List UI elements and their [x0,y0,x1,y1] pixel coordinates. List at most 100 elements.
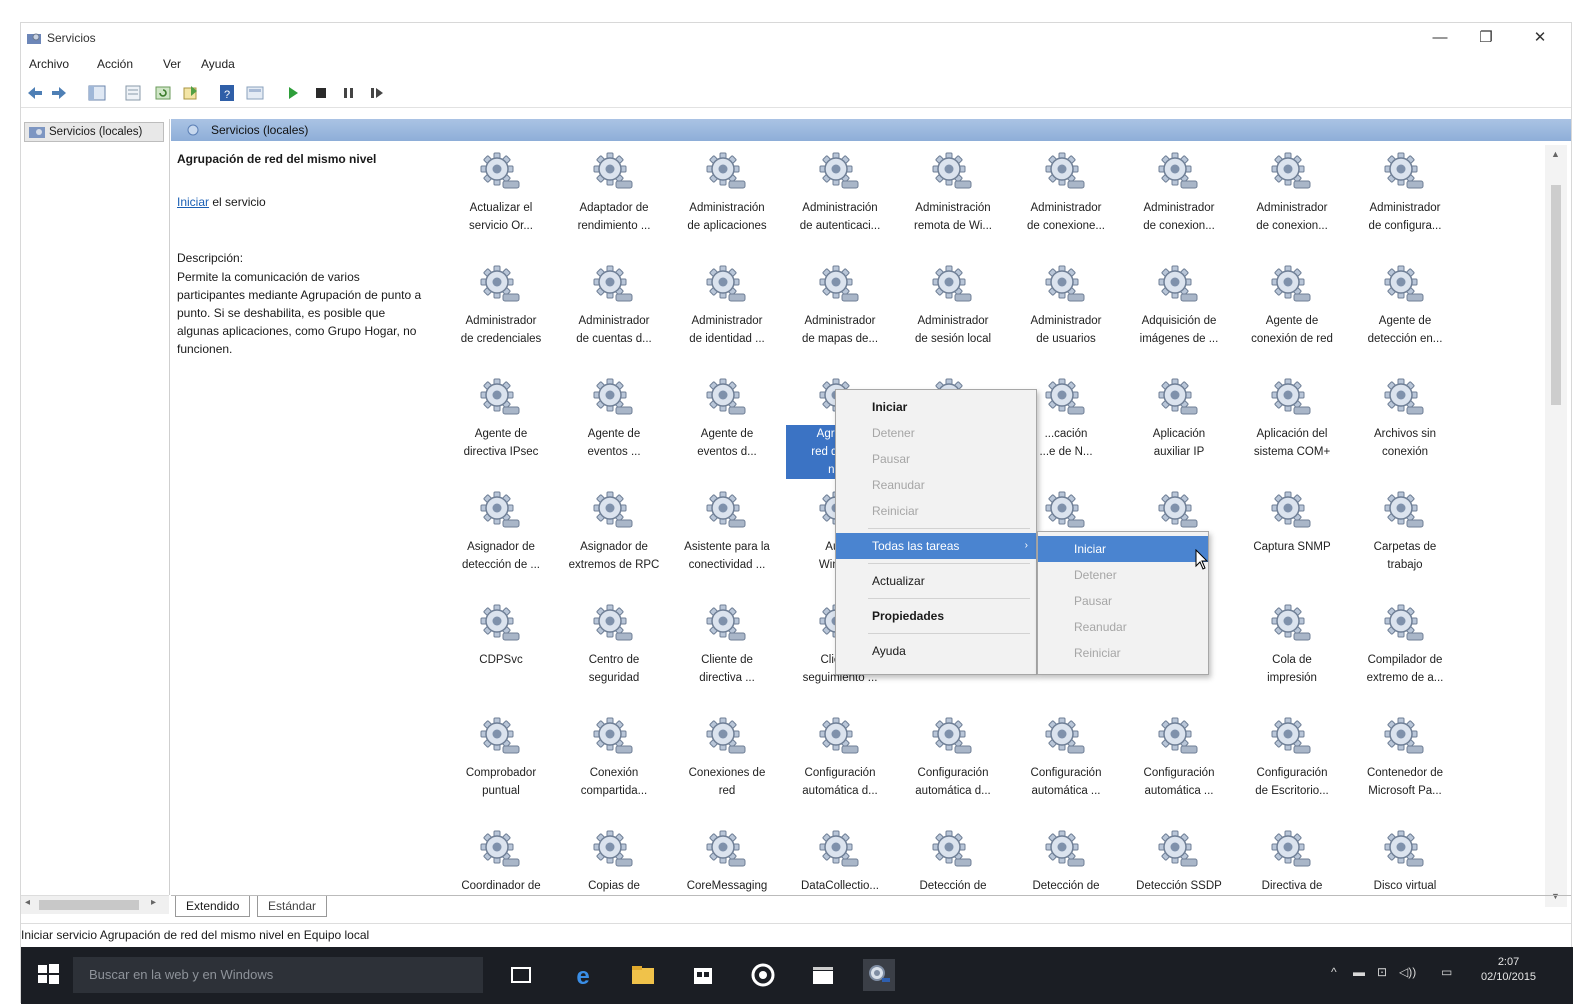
sub-reiniciar[interactable]: Reiniciar [1038,640,1208,666]
service-item[interactable]: Actualizar el servicio Or... [447,151,555,259]
tree-horizontal-scrollbar[interactable]: ◂ ▸ [21,895,169,914]
ctx-reiniciar[interactable]: Reiniciar [836,498,1036,524]
service-item[interactable]: Administrador de sesión local [899,264,1007,372]
service-item[interactable]: Agente de directiva IPsec [447,377,555,485]
service-item[interactable]: Aplicación del sistema COM+ [1238,377,1346,485]
service-item[interactable]: Cliente de directiva ... [673,603,781,711]
service-item[interactable]: Captura SNMP [1238,490,1346,598]
tab-extendido[interactable]: Extendido [175,896,251,917]
taskbar-clock[interactable]: 2:07 02/10/2015 [1481,955,1536,985]
service-item[interactable]: Asignador de extremos de RPC [560,490,668,598]
maximize-button[interactable]: ❐ [1463,25,1509,51]
service-item[interactable]: Conexiones de red [673,716,781,824]
file-explorer-icon[interactable] [627,959,659,991]
service-item[interactable]: Asignador de detección de ... [447,490,555,598]
service-item[interactable]: CDPSvc [447,603,555,711]
back-icon[interactable] [25,83,45,103]
service-item[interactable]: Asistente para la conectividad ... [673,490,781,598]
service-item[interactable]: Administrador de usuarios [1012,264,1120,372]
restart-service-icon[interactable] [367,83,387,103]
service-item[interactable]: Agente de conexión de red [1238,264,1346,372]
service-item[interactable]: Contenedor de Microsoft Pa... [1351,716,1459,824]
service-item[interactable]: Administración de autenticaci... [786,151,894,259]
ctx-propiedades[interactable]: Propiedades [836,603,1036,629]
export-icon[interactable] [181,83,201,103]
service-item[interactable]: Administrador de cuentas d... [560,264,668,372]
tab-estandar[interactable]: Estándar [257,896,328,917]
menu-ver[interactable]: Ver [163,57,181,71]
menu-archivo[interactable]: Archivo [29,57,69,71]
scroll-up-icon[interactable]: ▲ [1551,149,1560,159]
pause-service-icon[interactable] [339,83,359,103]
service-item[interactable]: Comprobador puntual [447,716,555,824]
service-item[interactable]: Carpetas de trabajo [1351,490,1459,598]
service-item[interactable]: Administrador de mapas de... [786,264,894,372]
grid-vertical-scrollbar[interactable]: ▲ ▼ [1545,145,1567,907]
stop-service-icon[interactable] [311,83,331,103]
ctx-iniciar[interactable]: Iniciar [836,394,1036,420]
service-item[interactable]: Configuración de Escritorio... [1238,716,1346,824]
service-item[interactable]: Adaptador de rendimiento ... [560,151,668,259]
service-item[interactable]: Administrador de conexion... [1125,151,1233,259]
minimize-button[interactable]: — [1417,25,1463,51]
sub-reanudar[interactable]: Reanudar [1038,614,1208,640]
refresh-icon[interactable] [153,83,173,103]
scroll-left-icon[interactable]: ◂ [25,897,30,908]
service-item[interactable]: Administración remota de Wi... [899,151,1007,259]
console-tree-icon[interactable] [87,83,107,103]
media-icon[interactable] [747,959,779,991]
service-item[interactable]: Centro de seguridad [560,603,668,711]
task-view-icon[interactable] [505,959,537,991]
scroll-right-icon[interactable]: ▸ [151,897,156,908]
service-item[interactable]: Administrador de identidad ... [673,264,781,372]
menu-accion[interactable]: Acción [97,57,133,71]
windows-start-icon[interactable] [35,961,61,987]
properties-view-icon[interactable] [123,83,143,103]
help-icon[interactable]: ? [217,83,237,103]
tray-notification-icon[interactable]: ▭ [1441,965,1452,979]
close-button[interactable]: ✕ [1517,25,1563,51]
tray-monitor-icon[interactable]: ⊡ [1377,965,1387,979]
tray-expand-icon[interactable]: ^ [1331,965,1337,979]
service-item[interactable]: Cola de impresión [1238,603,1346,711]
start-service-icon[interactable] [283,83,303,103]
service-item[interactable]: Administrador de configura... [1351,151,1459,259]
service-item[interactable]: Adquisición de imágenes de ... [1125,264,1233,372]
menu-ayuda[interactable]: Ayuda [201,57,235,71]
sub-iniciar[interactable]: Iniciar [1038,536,1208,562]
service-item[interactable]: Aplicación auxiliar IP [1125,377,1233,485]
tray-volume-icon[interactable]: ◁)) [1399,965,1416,979]
service-item[interactable]: Compilador de extremo de a... [1351,603,1459,711]
service-item[interactable]: Configuración automática ... [1012,716,1120,824]
services-app-icon[interactable] [863,959,895,991]
ctx-detener[interactable]: Detener [836,420,1036,446]
service-item[interactable]: Configuración automática d... [899,716,1007,824]
view-icon[interactable] [245,83,265,103]
start-service-link[interactable]: Iniciar [177,195,209,209]
service-item[interactable]: Agente de eventos d... [673,377,781,485]
clapper-icon[interactable] [807,959,839,991]
ctx-reanudar[interactable]: Reanudar [836,472,1036,498]
service-item[interactable]: Configuración automática d... [786,716,894,824]
service-item[interactable]: Conexión compartida... [560,716,668,824]
ctx-ayuda[interactable]: Ayuda [836,638,1036,664]
tray-network-icon[interactable]: ▬ [1353,965,1365,979]
edge-icon[interactable]: e [567,959,599,991]
sub-detener[interactable]: Detener [1038,562,1208,588]
forward-icon[interactable] [49,83,69,103]
service-item[interactable]: Agente de eventos ... [560,377,668,485]
taskbar-search-input[interactable]: Buscar en la web y en Windows [73,957,483,993]
scroll-thumb[interactable] [39,900,139,910]
service-item[interactable]: Administrador de conexione... [1012,151,1120,259]
service-item[interactable]: Administrador de conexion... [1238,151,1346,259]
service-item[interactable]: Agente de detección en... [1351,264,1459,372]
ctx-todas-las-tareas[interactable]: Todas las tareas › [836,533,1036,559]
service-item[interactable]: Administración de aplicaciones [673,151,781,259]
tree-item-local-services[interactable]: Servicios (locales) [24,122,164,142]
service-item[interactable]: Configuración automática ... [1125,716,1233,824]
ctx-pausar[interactable]: Pausar [836,446,1036,472]
service-item[interactable]: Administrador de credenciales [447,264,555,372]
ctx-actualizar[interactable]: Actualizar [836,568,1036,594]
service-item[interactable]: Archivos sin conexión [1351,377,1459,485]
store-icon[interactable] [687,959,719,991]
